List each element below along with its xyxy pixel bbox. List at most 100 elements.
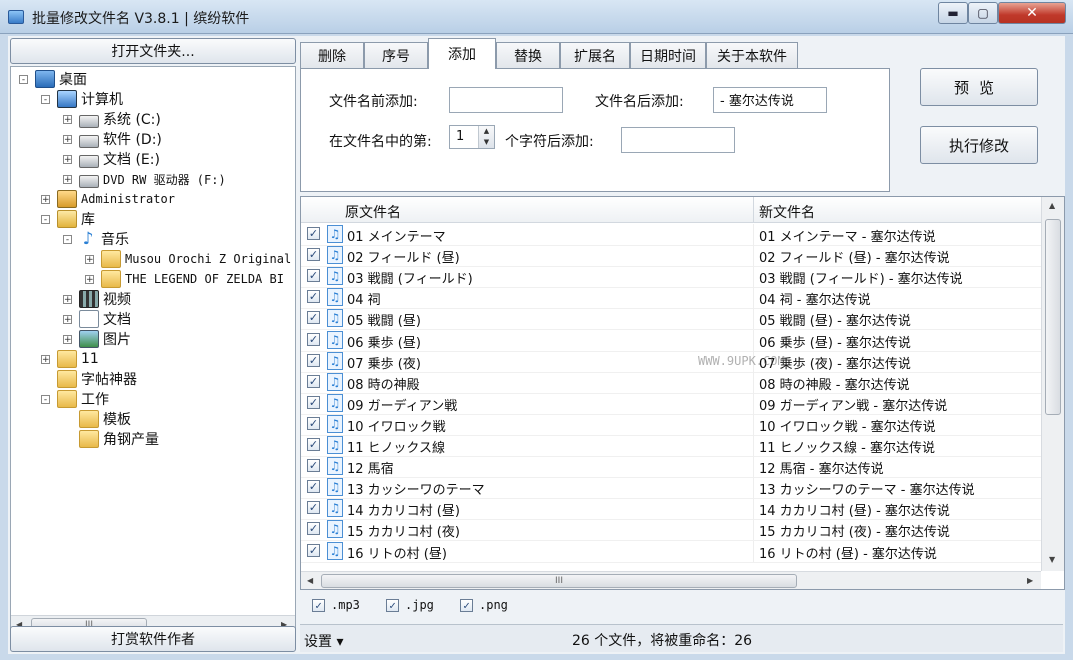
tab-5[interactable]: 日期时间 [630, 42, 706, 68]
tree-node[interactable]: Administrator [57, 189, 175, 209]
file-row[interactable]: ✓ ♫ 16 リトの村 (昼) 16 リトの村 (昼) - 塞尔达传说 [301, 540, 1041, 563]
file-row[interactable]: ✓ ♫ 15 カカリコ村 (夜) 15 カカリコ村 (夜) - 塞尔达传说 [301, 519, 1041, 542]
row-checkbox[interactable]: ✓ [307, 543, 320, 557]
tree-expander-icon[interactable]: + [41, 355, 50, 365]
open-folder-button[interactable]: 打开文件夹... [10, 38, 296, 64]
file-row[interactable]: ✓ ♫ 11 ヒノックス線 11 ヒノックス線 - 塞尔达传说 [301, 435, 1041, 457]
vertical-scrollbar[interactable]: ▲ ▼ [1041, 197, 1064, 571]
row-checkbox[interactable]: ✓ [307, 459, 320, 473]
file-row[interactable]: ✓ ♫ 07 乗歩 (夜) 07 乗歩 (夜) - 塞尔达传说 [301, 350, 1041, 373]
file-row[interactable]: ✓ ♫ 05 戦闘 (昼) 05 戦闘 (昼) - 塞尔达传说 [301, 308, 1041, 331]
tab-2[interactable]: 添加 [428, 38, 496, 69]
tree-node[interactable]: 11 [57, 349, 99, 369]
tree-expander-icon[interactable]: - [19, 75, 28, 85]
horizontal-scroll-thumb[interactable]: III [321, 574, 797, 588]
tree-node[interactable]: 模板 [79, 409, 131, 429]
tree-node[interactable]: THE LEGEND OF ZELDA BI [101, 269, 284, 289]
row-checkbox[interactable]: ✓ [307, 269, 320, 283]
tab-1[interactable]: 序号 [364, 42, 428, 68]
file-row[interactable]: ✓ ♫ 08 時の神殿 08 時の神殿 - 塞尔达传说 [301, 371, 1041, 394]
filter-check-icon[interactable]: ✓ [312, 598, 325, 612]
tree-expander-icon[interactable]: + [63, 335, 72, 345]
tree-node[interactable]: 系统 (C:) [79, 109, 161, 129]
prefix-input[interactable] [449, 87, 563, 113]
scroll-up-icon[interactable]: ▲ [1049, 201, 1055, 210]
row-checkbox[interactable]: ✓ [307, 353, 320, 367]
suffix-input[interactable]: - 塞尔达传说 [713, 87, 827, 113]
row-checkbox[interactable]: ✓ [307, 416, 320, 430]
tree-node[interactable]: Musou Orochi Z Original [101, 249, 291, 269]
tree-expander-icon[interactable]: + [85, 255, 94, 265]
column-new-name[interactable]: 新文件名 [759, 202, 815, 222]
row-checkbox[interactable]: ✓ [307, 395, 320, 409]
file-row[interactable]: ✓ ♫ 09 ガーディアン戦 09 ガーディアン戦 - 塞尔达传说 [301, 392, 1041, 415]
tree-node[interactable]: 工作 [57, 389, 109, 409]
row-checkbox[interactable]: ✓ [307, 290, 320, 304]
tree-expander-icon[interactable]: + [63, 155, 72, 165]
tab-4[interactable]: 扩展名 [560, 42, 630, 68]
tree-node[interactable]: 桌面 [35, 69, 87, 89]
settings-menu[interactable]: 设置 ▾ [304, 631, 343, 651]
minimize-button[interactable]: ▬ [938, 2, 968, 24]
position-stepper[interactable]: 1 ▲ ▼ [449, 125, 495, 149]
row-checkbox[interactable]: ✓ [307, 311, 320, 325]
tab-6[interactable]: 关于本软件 [706, 42, 798, 68]
tree-node[interactable]: 库 [57, 209, 95, 229]
tab-0[interactable]: 删除 [300, 42, 364, 68]
file-row[interactable]: ✓ ♫ 04 祠 04 祠 - 塞尔达传说 [301, 287, 1041, 310]
tree-expander-icon[interactable]: + [63, 175, 72, 185]
file-row[interactable]: ✓ ♫ 03 戦闘 (フィールド) 03 戦闘 (フィールド) - 塞尔达传说 [301, 266, 1041, 289]
tree-node[interactable]: 文档 (E:) [79, 149, 160, 169]
tree-node[interactable]: 计算机 [57, 89, 123, 109]
tree-node[interactable]: 软件 (D:) [79, 129, 162, 149]
row-checkbox[interactable]: ✓ [307, 227, 320, 240]
tree-node[interactable]: 字帖神器 [57, 369, 137, 389]
tree-node[interactable]: 视频 [79, 289, 131, 309]
filter-check-icon[interactable]: ✓ [460, 598, 473, 612]
tree-expander-icon[interactable]: + [85, 275, 94, 285]
tree-expander-icon[interactable]: + [63, 115, 72, 125]
tree-node[interactable]: ♪ 音乐 [79, 229, 129, 249]
scroll-left-icon[interactable]: ◀ [307, 576, 313, 585]
tree-expander-icon[interactable]: + [63, 135, 72, 145]
tree-expander-icon[interactable]: - [63, 235, 72, 245]
filter-checkbox[interactable]: ✓ .png [460, 598, 508, 612]
reward-author-button[interactable]: 打赏软件作者 [10, 626, 296, 652]
stepper-arrows-icon[interactable]: ▲ ▼ [478, 126, 494, 148]
file-row[interactable]: ✓ ♫ 10 イワロック戦 10 イワロック戦 - 塞尔达传说 [301, 413, 1041, 436]
file-row[interactable]: ✓ ♫ 12 馬宿 12 馬宿 - 塞尔达传说 [301, 456, 1041, 479]
scroll-right-icon[interactable]: ▶ [1027, 576, 1033, 585]
tree-node[interactable]: 文档 [79, 309, 131, 329]
insert-text-input[interactable] [621, 127, 735, 153]
file-row[interactable]: ✓ ♫ 14 カカリコ村 (昼) 14 カカリコ村 (昼) - 塞尔达传说 [301, 498, 1041, 521]
row-checkbox[interactable]: ✓ [307, 374, 320, 388]
row-checkbox[interactable]: ✓ [307, 332, 320, 346]
maximize-button[interactable]: ▢ [968, 2, 998, 24]
folder-tree[interactable]: - 桌面 - 计算机 + 系统 (C:) + 软件 (D:) + 文档 (E:) + DVD RW 驱… [10, 66, 296, 634]
tree-expander-icon[interactable]: + [41, 195, 50, 205]
filter-checkbox[interactable]: ✓ .jpg [386, 598, 434, 612]
tree-expander-icon[interactable]: + [63, 315, 72, 325]
filter-check-icon[interactable]: ✓ [386, 598, 399, 612]
column-divider[interactable] [753, 197, 754, 223]
execute-rename-button[interactable]: 执行修改 [920, 126, 1038, 164]
filter-checkbox[interactable]: ✓ .mp3 [312, 598, 360, 612]
row-checkbox[interactable]: ✓ [307, 438, 320, 451]
file-row[interactable]: ✓ ♫ 01 メインテーマ 01 メインテーマ - 塞尔达传说 [301, 224, 1041, 246]
file-row[interactable]: ✓ ♫ 06 乗歩 (昼) 06 乗歩 (昼) - 塞尔达传说 [301, 329, 1041, 352]
file-row[interactable]: ✓ ♫ 13 カッシーワのテーマ 13 カッシーワのテーマ - 塞尔达传说 [301, 477, 1041, 500]
tree-expander-icon[interactable]: - [41, 95, 50, 105]
tree-node[interactable]: 图片 [79, 329, 131, 349]
tree-expander-icon[interactable]: - [41, 395, 50, 405]
row-checkbox[interactable]: ✓ [307, 248, 320, 262]
close-button[interactable]: ✕ [998, 2, 1066, 24]
scroll-down-icon[interactable]: ▼ [1049, 555, 1055, 564]
row-checkbox[interactable]: ✓ [307, 501, 320, 515]
vertical-scroll-thumb[interactable] [1045, 219, 1061, 415]
tree-node[interactable]: DVD RW 驱动器 (F:) [79, 169, 226, 189]
preview-button[interactable]: 预览 [920, 68, 1038, 106]
tree-node[interactable]: 角钢产量 [79, 429, 159, 449]
column-original-name[interactable]: 原文件名 [345, 202, 401, 222]
tree-expander-icon[interactable]: + [63, 295, 72, 305]
row-checkbox[interactable]: ✓ [307, 480, 320, 494]
